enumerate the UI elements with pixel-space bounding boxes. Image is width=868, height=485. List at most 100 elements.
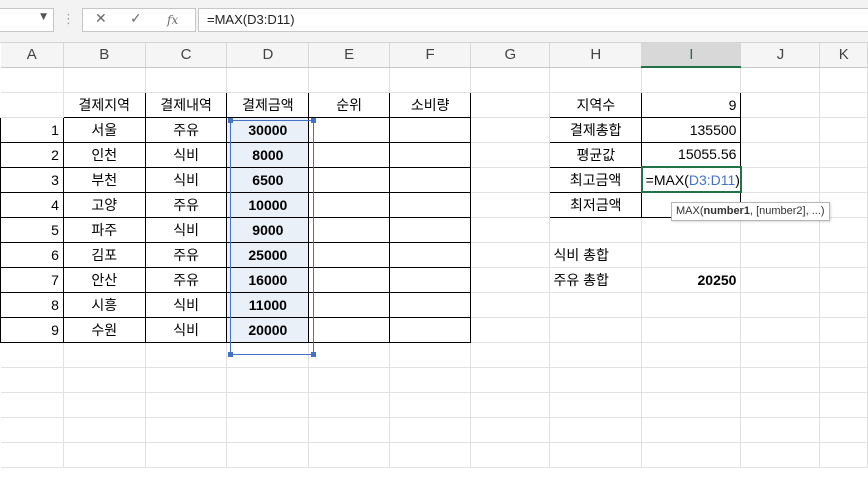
column-header-i[interactable]: I — [641, 43, 742, 68]
rank-cell[interactable] — [308, 116, 390, 143]
amount-cell[interactable]: 8000 — [226, 141, 310, 168]
amount-cell[interactable]: 30000 — [226, 116, 310, 143]
item-cell[interactable]: 식비 — [144, 141, 228, 168]
tooltip-func: MAX( — [676, 205, 704, 217]
region-cell[interactable]: 시흥 — [62, 291, 146, 318]
column-header-f[interactable]: F — [389, 43, 472, 68]
insert-function-icon[interactable]: fx — [167, 13, 178, 27]
row-number[interactable]: 2 — [0, 141, 64, 168]
row-number[interactable]: 5 — [0, 216, 64, 243]
summary-label[interactable]: 지역수 — [549, 91, 643, 118]
consumption-cell[interactable] — [388, 291, 472, 318]
rank-cell[interactable] — [308, 191, 390, 218]
header-cell[interactable]: 순위 — [308, 91, 390, 118]
summary-value[interactable]: 135500 — [641, 116, 742, 143]
column-header-d[interactable]: D — [226, 43, 310, 68]
extra-label[interactable]: 주유 총합 — [549, 267, 643, 293]
amount-cell[interactable]: 9000 — [226, 216, 310, 243]
amount-cell[interactable]: 25000 — [226, 241, 310, 268]
table-row: 2 인천 식비 8000 평균값 15055.56 — [0, 141, 868, 168]
spreadsheet-grid[interactable]: A B C D E F G H I J K 결제지역 결제내역 결제금액 순위 … — [0, 43, 868, 485]
item-cell[interactable]: 주유 — [144, 116, 228, 143]
region-cell[interactable]: 파주 — [62, 216, 146, 243]
rank-cell[interactable] — [308, 266, 390, 293]
extra-value[interactable]: 20250 — [641, 267, 742, 293]
amount-cell[interactable]: 16000 — [226, 266, 310, 293]
consumption-cell[interactable] — [388, 216, 472, 243]
summary-value[interactable]: 9 — [641, 91, 742, 118]
amount-cell[interactable]: 10000 — [226, 191, 310, 218]
name-box[interactable]: ▼ — [0, 8, 54, 32]
amount-cell[interactable]: 20000 — [226, 316, 310, 343]
summary-value[interactable]: 15055.56 — [641, 141, 742, 168]
row-number[interactable]: 3 — [0, 166, 64, 193]
column-header-k[interactable]: K — [819, 43, 868, 68]
row-number[interactable]: 7 — [0, 266, 64, 293]
column-header-c[interactable]: C — [145, 43, 228, 68]
column-header-j[interactable]: J — [740, 43, 821, 68]
enter-icon[interactable]: ✓ — [130, 11, 142, 27]
amount-cell[interactable]: 11000 — [226, 291, 310, 318]
consumption-cell[interactable] — [388, 316, 472, 343]
extra-label[interactable]: 식비 총합 — [549, 242, 643, 268]
row-number[interactable]: 6 — [0, 241, 64, 268]
summary-label[interactable]: 최저금액 — [549, 191, 643, 218]
column-header-g[interactable]: G — [470, 43, 551, 68]
cancel-icon[interactable]: ✕ — [95, 11, 107, 27]
region-cell[interactable]: 인천 — [62, 141, 146, 168]
region-cell[interactable]: 김포 — [62, 241, 146, 268]
grid-row — [0, 392, 868, 418]
extra-value[interactable] — [641, 242, 742, 268]
item-cell[interactable]: 식비 — [144, 166, 228, 193]
grid-row — [0, 417, 868, 443]
formula-input[interactable]: =MAX(D3:D11) — [198, 8, 868, 32]
column-header-b[interactable]: B — [63, 43, 146, 68]
region-cell[interactable]: 수원 — [62, 316, 146, 343]
row-number[interactable]: 9 — [0, 316, 64, 343]
header-cell[interactable]: 결제지역 — [62, 91, 146, 118]
dropdown-arrow-icon[interactable]: ▼ — [40, 12, 47, 22]
row-number[interactable]: 8 — [0, 291, 64, 318]
rank-cell[interactable] — [308, 216, 390, 243]
consumption-cell[interactable] — [388, 191, 472, 218]
rank-cell[interactable] — [308, 166, 390, 193]
formula-buttons: ✕ ✓ fx — [82, 8, 196, 32]
item-cell[interactable]: 주유 — [144, 191, 228, 218]
consumption-cell[interactable] — [388, 116, 472, 143]
item-cell[interactable]: 주유 — [144, 241, 228, 268]
summary-label[interactable]: 최고금액 — [549, 166, 643, 193]
region-cell[interactable]: 안산 — [62, 266, 146, 293]
header-cell[interactable]: 결제금액 — [226, 91, 310, 118]
edit-reference: D3:D11 — [688, 171, 736, 188]
consumption-cell[interactable] — [388, 241, 472, 268]
column-header-h[interactable]: H — [549, 43, 643, 68]
item-cell[interactable]: 식비 — [144, 291, 228, 318]
header-cell[interactable]: 소비량 — [388, 91, 472, 118]
summary-label[interactable]: 결제총합 — [549, 116, 643, 143]
consumption-cell[interactable] — [388, 141, 472, 168]
row-number[interactable]: 4 — [0, 191, 64, 218]
active-cell[interactable]: =MAX(D3:D11) — [640, 166, 742, 193]
table-row: 9 수원 식비 20000 — [0, 316, 868, 343]
consumption-cell[interactable] — [388, 266, 472, 293]
rank-cell[interactable] — [308, 291, 390, 318]
header-cell[interactable]: 결제내역 — [144, 91, 228, 118]
region-cell[interactable]: 부천 — [62, 166, 146, 193]
item-cell[interactable]: 식비 — [144, 216, 228, 243]
region-cell[interactable]: 고양 — [62, 191, 146, 218]
amount-cell[interactable]: 6500 — [226, 166, 310, 193]
item-cell[interactable]: 식비 — [144, 316, 228, 343]
summary-label[interactable]: 평균값 — [549, 141, 643, 168]
rank-cell[interactable] — [308, 241, 390, 268]
consumption-cell[interactable] — [388, 166, 472, 193]
function-tooltip[interactable]: MAX(number1, [number2], ...) — [671, 202, 830, 221]
item-cell[interactable]: 주유 — [144, 266, 228, 293]
rank-cell[interactable] — [308, 316, 390, 343]
row-number[interactable]: 1 — [0, 116, 64, 143]
column-header-e[interactable]: E — [308, 43, 390, 68]
region-cell[interactable]: 서울 — [62, 116, 146, 143]
grid-row — [0, 367, 868, 393]
rank-cell[interactable] — [308, 141, 390, 168]
column-header-a[interactable]: A — [0, 43, 64, 68]
drag-grip-icon[interactable]: ⋮ — [62, 12, 75, 27]
